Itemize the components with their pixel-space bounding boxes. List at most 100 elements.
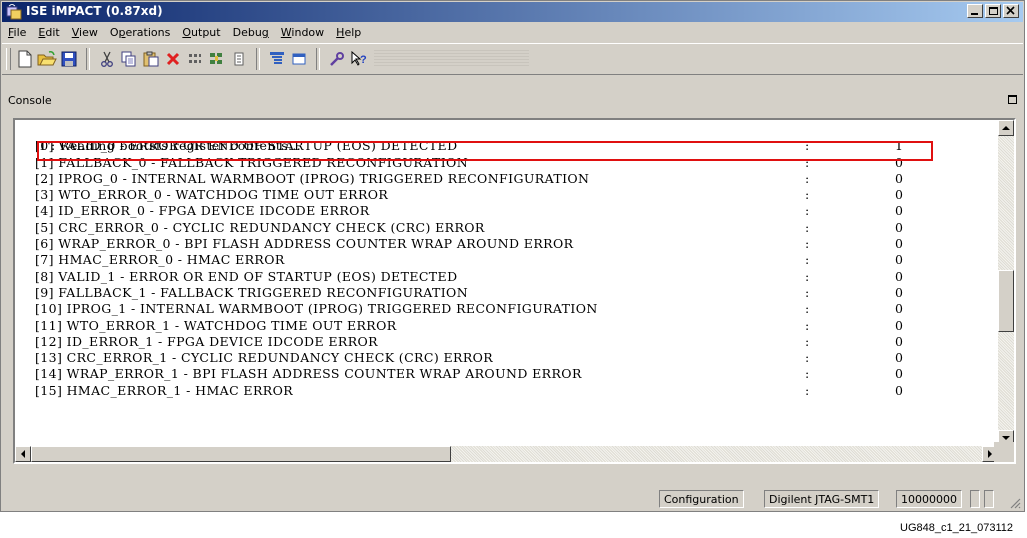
console-line-separator: : [805, 350, 810, 366]
highlight-box [37, 141, 933, 161]
console-line: [14] WRAP_ERROR_1 - BPI FLASH ADDRESS CO… [35, 366, 995, 382]
menu-edit[interactable]: Edit [32, 23, 65, 42]
console-line-separator: : [805, 333, 810, 349]
svg-text:?: ? [360, 54, 367, 66]
menu-bar: File Edit View Operations Output Debug W… [2, 23, 1023, 42]
delete-icon[interactable] [162, 48, 184, 70]
menu-debug[interactable]: Debug [227, 23, 275, 42]
save-icon[interactable] [58, 48, 80, 70]
menu-window[interactable]: Window [275, 23, 330, 42]
console-panel-title: Console [8, 94, 52, 107]
toolbar-separator [256, 48, 260, 70]
status-bar: Configuration Digilent JTAG-SMT1 1000000… [2, 487, 1023, 511]
console-line: [4] ID_ERROR_0 - FPGA DEVICE IDCODE ERRO… [35, 203, 995, 219]
resize-grip-icon[interactable] [1009, 497, 1021, 509]
console-line: [7] HMAC_ERROR_0 - HMAC ERROR: 0 [35, 252, 995, 268]
menu-file[interactable]: File [2, 23, 32, 42]
toolbar-grip[interactable] [6, 48, 11, 70]
console-line: [11] WTO_ERROR_1 - WATCHDOG TIME OUT ERR… [35, 318, 995, 334]
console-lines: '1': Reading bootsts register contents..… [35, 122, 995, 399]
new-file-icon[interactable] [14, 48, 36, 70]
menu-output[interactable]: Output [176, 23, 226, 42]
status-cable: Digilent JTAG-SMT1 [764, 490, 880, 508]
vertical-scrollbar[interactable] [998, 120, 1014, 446]
console-line-text: [10] IPROG_1 - INTERNAL WARMBOOT (IPROG)… [35, 301, 598, 317]
console-line-text: [13] CRC_ERROR_1 - CYCLIC REDUNDANCY CHE… [35, 350, 494, 366]
help-pointer-icon[interactable]: ? [348, 48, 370, 70]
console-line-text: [6] WRAP_ERROR_0 - BPI FLASH ADDRESS COU… [35, 236, 574, 252]
title-bar[interactable]: ISE iMPACT (0.87xd) [2, 2, 1023, 22]
console-line-text: [7] HMAC_ERROR_0 - HMAC ERROR [35, 252, 285, 268]
tile-icon[interactable] [206, 48, 228, 70]
horizontal-scrollbar[interactable] [15, 446, 998, 462]
console-line-text: [3] WTO_ERROR_0 - WATCHDOG TIME OUT ERRO… [35, 187, 389, 203]
status-pane-empty [970, 490, 980, 508]
console-line-text: [11] WTO_ERROR_1 - WATCHDOG TIME OUT ERR… [35, 317, 397, 333]
console-header-line: '1': Reading bootsts register contents..… [35, 122, 995, 153]
horizontal-scroll-thumb[interactable] [31, 446, 451, 462]
console-line-value: 0 [895, 350, 904, 366]
console-line-value: 0 [895, 317, 904, 333]
console-output[interactable]: '1': Reading bootsts register contents..… [13, 118, 1016, 464]
vertical-scroll-thumb[interactable] [998, 270, 1014, 332]
console-line-value: 0 [895, 252, 904, 268]
console-line-separator: : [805, 252, 810, 268]
console-panel-header: Console [2, 90, 1023, 112]
cascade-icon[interactable] [266, 48, 288, 70]
console-line-value: 0 [895, 187, 904, 203]
close-icon[interactable] [1003, 4, 1019, 18]
status-pane-empty [984, 490, 994, 508]
console-line: [8] VALID_1 - ERROR OR END OF STARTUP (E… [35, 269, 995, 285]
minimize-icon[interactable] [967, 4, 983, 18]
console-line-separator: : [805, 236, 810, 252]
cut-icon[interactable] [96, 48, 118, 70]
toolbar-separator [316, 48, 320, 70]
impact-window: ISE iMPACT (0.87xd) File Edit View Opera… [0, 0, 1025, 512]
paste-icon[interactable] [140, 48, 162, 70]
figure-id: UG848_c1_21_073112 [900, 522, 1013, 534]
console-line-value: 0 [895, 236, 904, 252]
grid-icon[interactable] [184, 48, 206, 70]
console-line-value: 0 [895, 333, 904, 349]
console-line: [13] CRC_ERROR_1 - CYCLIC REDUNDANCY CHE… [35, 350, 995, 366]
console-line: [2] IPROG_0 - INTERNAL WARMBOOT (IPROG) … [35, 171, 995, 187]
console-line-text: [15] HMAC_ERROR_1 - HMAC ERROR [35, 382, 294, 398]
scrollbar-corner [994, 442, 1014, 462]
console-line: [9] FALLBACK_1 - FALLBACK TRIGGERED RECO… [35, 285, 995, 301]
console-line-text: [14] WRAP_ERROR_1 - BPI FLASH ADDRESS CO… [35, 366, 582, 382]
console-line-separator: : [805, 187, 810, 203]
open-folder-icon[interactable] [36, 48, 58, 70]
wrench-icon[interactable] [326, 48, 348, 70]
toolbar: ? [2, 43, 1023, 75]
console-line-value: 0 [895, 170, 904, 186]
console-line-text: [9] FALLBACK_1 - FALLBACK TRIGGERED RECO… [35, 284, 469, 300]
console-line-value: 0 [895, 301, 904, 317]
scroll-left-button[interactable] [15, 446, 31, 462]
console-line-value: 0 [895, 268, 904, 284]
menu-view[interactable]: View [66, 23, 104, 42]
window-title: ISE iMPACT (0.87xd) [26, 4, 163, 18]
menu-help[interactable]: Help [330, 23, 367, 42]
console-line-separator: : [805, 203, 810, 219]
maximize-icon[interactable] [985, 4, 1001, 18]
console-line-value: 0 [895, 284, 904, 300]
console-line-separator: : [805, 268, 810, 284]
console-line-text: [5] CRC_ERROR_0 - CYCLIC REDUNDANCY CHEC… [35, 219, 485, 235]
console-line: [10] IPROG_1 - INTERNAL WARMBOOT (IPROG)… [35, 301, 995, 317]
console-line-separator: : [805, 382, 810, 398]
console-line-value: 0 [895, 382, 904, 398]
scroll-up-button[interactable] [998, 120, 1014, 136]
window-icon[interactable] [288, 48, 310, 70]
console-line-separator: : [805, 170, 810, 186]
status-mode: Configuration [659, 490, 744, 508]
console-line-separator: : [805, 317, 810, 333]
menu-operations[interactable]: Operations [104, 23, 177, 42]
list-icon[interactable] [228, 48, 250, 70]
toolbar-empty-area [374, 50, 529, 68]
console-line-value: 0 [895, 366, 904, 382]
copy-icon[interactable] [118, 48, 140, 70]
console-line-separator: : [805, 366, 810, 382]
panel-maximize-icon[interactable] [1008, 95, 1017, 104]
console-line-text: [4] ID_ERROR_0 - FPGA DEVICE IDCODE ERRO… [35, 203, 370, 219]
console-line-separator: : [805, 301, 810, 317]
